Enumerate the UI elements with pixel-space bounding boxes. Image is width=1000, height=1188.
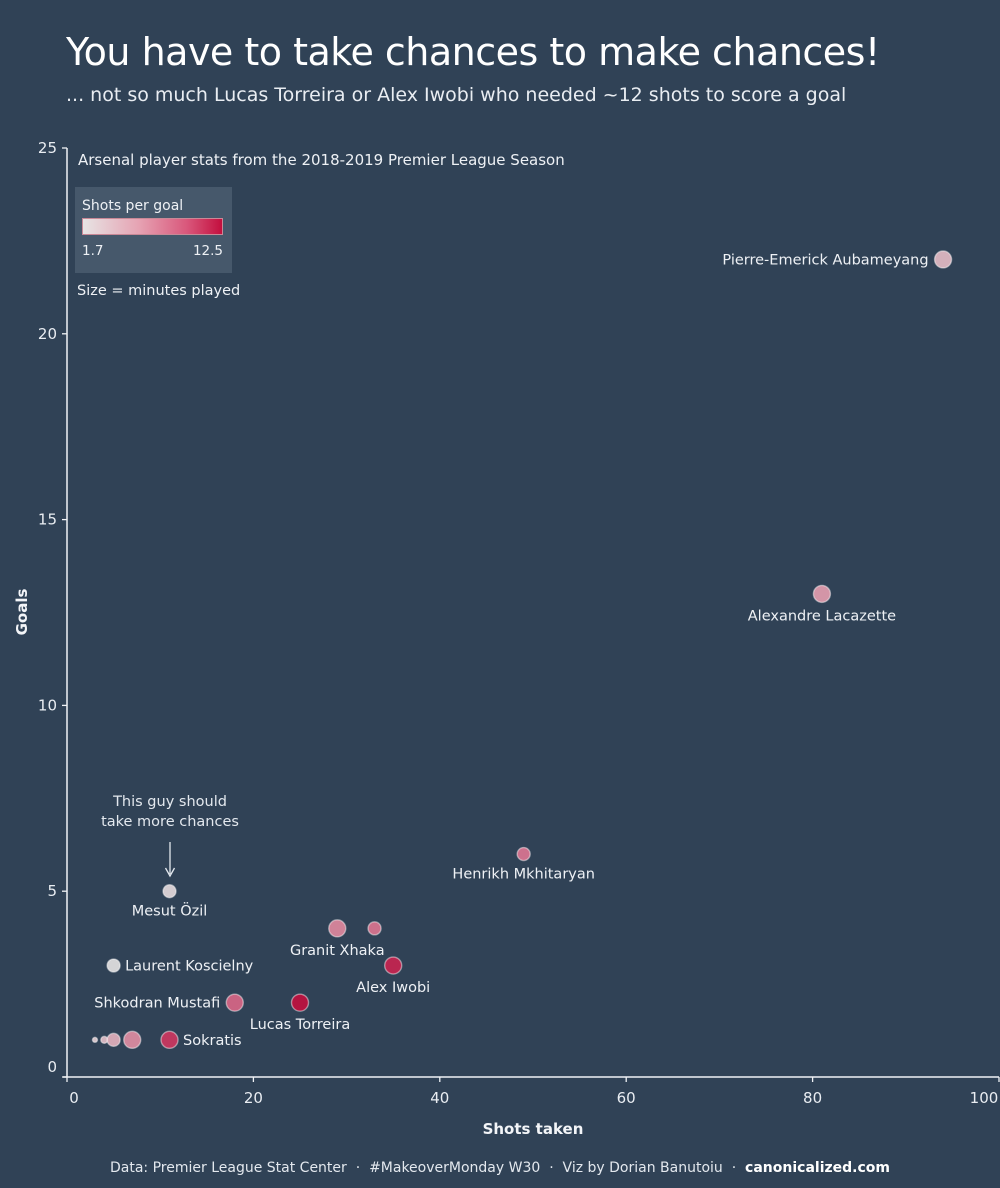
data-point-shkodran-mustafi[interactable] — [225, 993, 244, 1012]
point-label: Lucas Torreira — [250, 1017, 350, 1033]
point-label: Laurent Koscielny — [125, 959, 254, 975]
x-tick-label: 100 — [970, 1089, 999, 1107]
x-tick-label: 20 — [244, 1089, 263, 1107]
data-point-henrikh-mkhitaryan[interactable] — [516, 846, 531, 862]
data-point-laurent-koscielny[interactable] — [106, 958, 121, 973]
data-point-lucas-torreira[interactable] — [290, 993, 310, 1012]
data-points — [91, 250, 953, 1050]
point-label: Granit Xhaka — [290, 943, 385, 959]
point-label: Henrikh Mkhitaryan — [452, 867, 595, 883]
annotation-line-2: take more chances — [101, 814, 239, 830]
footer-source: Data: Premier League Stat Center — [110, 1160, 347, 1176]
point-label: Alexandre Lacazette — [748, 608, 896, 624]
data-point[interactable] — [106, 1032, 121, 1048]
legend-max-label: 12.5 — [192, 243, 223, 259]
size-legend-note: Size = minutes played — [77, 283, 241, 299]
x-axis-title: Shots taken — [483, 1120, 584, 1138]
annotation-line-1: This guy should — [112, 794, 227, 810]
legend-min-label: 1.7 — [82, 243, 104, 259]
chart-note: Arsenal player stats from the 2018-2019 … — [78, 151, 565, 169]
footer-separator: · — [731, 1160, 737, 1176]
footer-credit: Viz by Dorian Banutoiu — [562, 1160, 723, 1176]
data-point-alex-iwobi[interactable] — [384, 956, 403, 975]
point-label: Pierre-Emerick Aubameyang — [722, 252, 928, 268]
y-axis-title: Goals — [13, 589, 31, 636]
x-tick-label: 0 — [69, 1089, 79, 1107]
x-tick-label: 40 — [430, 1089, 449, 1107]
y-tick-label: 15 — [38, 511, 57, 529]
footer-site-link[interactable]: canonicalized.com — [745, 1160, 890, 1176]
data-point-alexandre-lacazette[interactable] — [812, 584, 832, 604]
data-point-mesut-zil[interactable] — [162, 884, 177, 899]
data-point[interactable] — [367, 921, 382, 936]
point-label: Shkodran Mustafi — [94, 996, 220, 1012]
footer-separator: · — [549, 1160, 554, 1176]
color-legend: Shots per goal 1.7 12.5 — [75, 187, 232, 273]
x-tick-label: 80 — [803, 1089, 822, 1107]
scatter-plot: 0 20 40 60 80 100 0 5 10 15 20 25 Shots taken Goals… — [13, 139, 1000, 1138]
annotation: This guy should take more chances — [101, 794, 239, 878]
y-tick-label: 10 — [38, 696, 57, 714]
y-tick-label: 25 — [38, 139, 57, 157]
point-label: Alex Iwobi — [356, 980, 430, 996]
legend-color-ramp — [82, 218, 223, 235]
data-point[interactable] — [123, 1030, 142, 1050]
legend-title: Shots per goal — [82, 198, 184, 214]
data-point-pierre-emerick-aubameyang[interactable] — [933, 250, 953, 269]
y-tick-label: 0 — [47, 1058, 57, 1076]
data-point[interactable] — [91, 1036, 99, 1044]
footer-separator: · — [355, 1160, 361, 1176]
data-point-granit-xhaka[interactable] — [328, 919, 347, 938]
data-point-sokratis[interactable] — [160, 1030, 179, 1050]
point-label: Sokratis — [183, 1033, 242, 1049]
footer: Data: Premier League Stat Center · #Make… — [0, 1160, 1000, 1176]
point-labels: Pierre-Emerick Aubameyang Alexandre Lacaz… — [94, 252, 928, 1048]
point-label: Mesut Özil — [132, 902, 208, 920]
y-tick-label: 5 — [47, 882, 57, 900]
footer-tag: #MakeoverMonday W30 — [369, 1160, 541, 1176]
x-tick-label: 60 — [617, 1089, 636, 1107]
y-tick-label: 20 — [38, 325, 57, 343]
